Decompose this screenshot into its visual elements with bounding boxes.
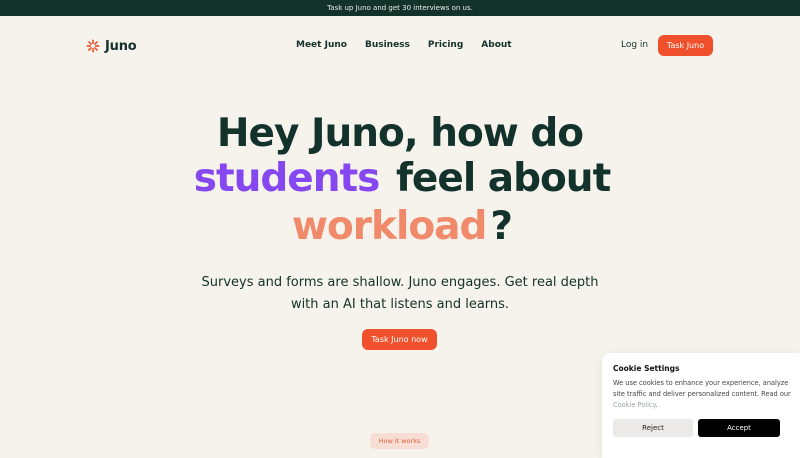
hero-line-2-rest: feel about <box>395 156 611 201</box>
task-juno-now-button[interactable]: Task Juno now <box>362 329 437 350</box>
task-juno-button[interactable]: Task Juno <box>658 35 713 56</box>
login-link[interactable]: Log in <box>621 40 648 50</box>
nav-item-pricing[interactable]: Pricing <box>428 40 463 54</box>
cookie-policy-link[interactable]: Cookie Policy <box>613 401 656 409</box>
hero-line-3-rest: ? <box>490 204 513 249</box>
highlight-students: students <box>179 156 393 206</box>
hero-headline-line-2: students feel about <box>0 156 800 206</box>
announcement-text: Task up Juno and get 30 interviews on us… <box>327 4 473 12</box>
highlight-workload: workload <box>277 204 501 252</box>
hero-headline-line-3: workload? <box>0 204 800 252</box>
hero-headline-line-1: Hey Juno, how do <box>216 111 584 156</box>
nav-item-meet-juno[interactable]: Meet Juno <box>296 40 347 54</box>
main-nav: Meet Juno Business Pricing About <box>296 40 512 54</box>
cookie-banner: Cookie Settings We use cookies to enhanc… <box>602 353 800 458</box>
reject-button[interactable]: Reject <box>613 419 693 437</box>
logo[interactable]: Juno <box>86 38 137 54</box>
cookie-body-end: . <box>655 401 658 409</box>
nav-item-business[interactable]: Business <box>365 40 410 54</box>
announcement-bar[interactable]: Task up Juno and get 30 interviews on us… <box>0 0 800 16</box>
cookie-title: Cookie Settings <box>613 364 680 373</box>
logo-text: Juno <box>105 38 137 54</box>
nav-item-about[interactable]: About <box>481 40 511 54</box>
how-it-works-button[interactable]: How it works <box>370 433 429 449</box>
juno-logo-icon <box>86 39 100 53</box>
hero-subtitle: Surveys and forms are shallow. Juno enga… <box>201 275 599 312</box>
accept-button[interactable]: Accept <box>698 419 780 437</box>
cookie-body: We use cookies to enhance your experienc… <box>613 378 793 411</box>
cookie-body-text: We use cookies to enhance your experienc… <box>613 379 791 398</box>
